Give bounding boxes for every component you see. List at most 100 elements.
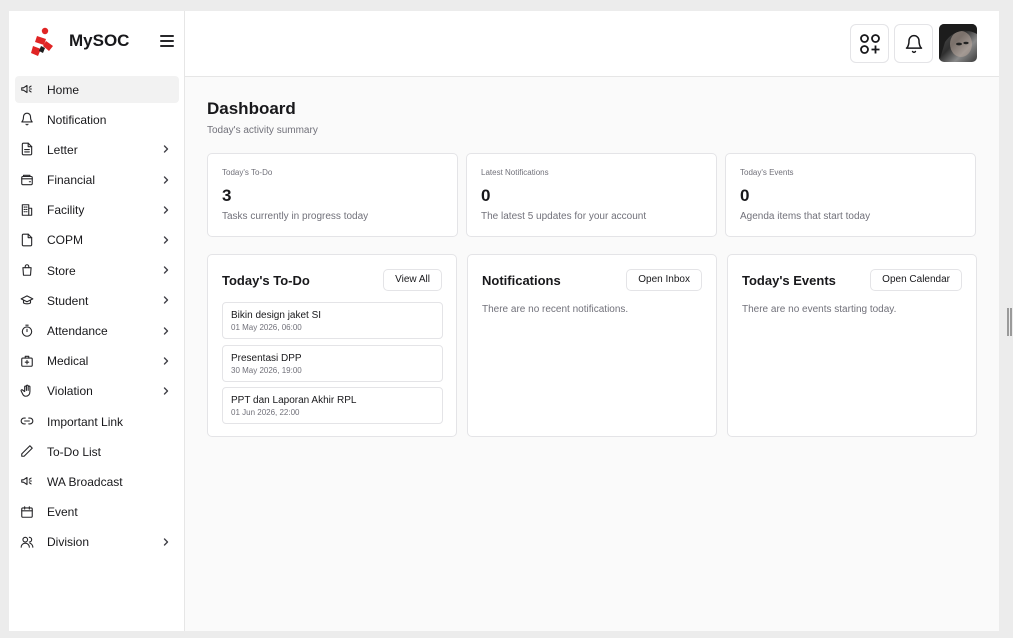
stat-value: 0 — [481, 186, 491, 205]
chevron-right-icon — [161, 537, 171, 547]
sidebar-item-violation[interactable]: Violation — [15, 378, 179, 405]
sidebar-item-label: Student — [47, 293, 89, 308]
sidebar-item-attendance[interactable]: Attendance — [15, 318, 179, 345]
sidebar-item-medical[interactable]: Medical — [15, 348, 179, 375]
notifications-panel: Notifications Open Inbox There are no re… — [467, 254, 717, 437]
sidebar: MySOC Home Notification Letter Financial Fac… — [9, 11, 185, 631]
stat-card-notifications: Latest Notifications 0 The latest 5 upda… — [466, 153, 717, 237]
todo-item[interactable]: Presentasi DPP 30 May 2026, 19:00 — [222, 344, 443, 382]
sidebar-item-label: Violation — [47, 384, 93, 399]
main-area: Dashboard Today's activity summary Today… — [185, 11, 999, 631]
user-avatar[interactable] — [939, 24, 977, 62]
stat-card-todo: Today's To-Do 3 Tasks currently in progr… — [207, 153, 458, 237]
chevron-right-icon — [161, 144, 171, 154]
page-subtitle: Today's activity summary — [207, 125, 318, 136]
sidebar-item-student[interactable]: Student — [15, 287, 179, 314]
stat-card-events: Today's Events 0 Agenda items that start… — [725, 153, 976, 237]
medical-kit-icon — [20, 354, 34, 368]
sidebar-item-financial[interactable]: Financial — [15, 167, 179, 194]
todo-list: Bikin design jaket SI 01 May 2026, 06:00… — [222, 302, 443, 430]
sidebar-nav: Home Notification Letter Financial Facility C… — [15, 76, 179, 559]
link-icon — [20, 414, 34, 428]
hand-icon — [20, 384, 34, 398]
sidebar-item-copm[interactable]: COPM — [15, 227, 179, 254]
sidebar-item-home[interactable]: Home — [15, 76, 179, 103]
calendar-icon — [20, 505, 34, 519]
sidebar-item-store[interactable]: Store — [15, 257, 179, 284]
wallet-icon — [20, 173, 34, 187]
sidebar-item-label: Attendance — [47, 324, 108, 338]
todo-panel-title: Today's To-Do — [222, 273, 310, 288]
sidebar-item-label: To-Do List — [47, 444, 102, 459]
stat-label: Latest Notifications — [481, 168, 549, 177]
stat-label: Today's To-Do — [222, 168, 273, 177]
sidebar-item-label: Financial — [47, 173, 96, 188]
stat-value: 3 — [222, 186, 232, 205]
file-text-icon — [20, 142, 34, 156]
chevron-right-icon — [161, 265, 171, 275]
chevron-right-icon — [161, 235, 171, 245]
brand-name: MySOC — [69, 31, 130, 50]
sidebar-item-label: Home — [47, 82, 80, 97]
open-calendar-button[interactable]: Open Calendar — [870, 269, 962, 291]
notifications-empty-text: There are no recent notifications. — [482, 304, 629, 315]
todo-item[interactable]: PPT dan Laporan Akhir RPL 01 Jun 2026, 2… — [222, 387, 443, 424]
megaphone-icon — [20, 474, 34, 488]
sidebar-item-important-link[interactable]: Important Link — [15, 408, 179, 435]
todo-item[interactable]: Bikin design jaket SI 01 May 2026, 06:00 — [222, 302, 443, 339]
sidebar-item-label: Store — [47, 263, 76, 278]
apps-button[interactable] — [850, 24, 889, 63]
shopping-bag-icon — [20, 263, 34, 277]
resize-handle[interactable] — [1007, 308, 1012, 336]
events-panel-title: Today's Events — [742, 273, 836, 288]
todo-item-title: Presentasi DPP — [231, 352, 302, 364]
events-empty-text: There are no events starting today. — [742, 304, 897, 315]
chevron-right-icon — [161, 386, 171, 396]
todo-item-date: 01 Jun 2026, 22:00 — [231, 408, 300, 417]
sidebar-item-label: Medical — [47, 354, 89, 369]
sidebar-item-label: Important Link — [47, 414, 124, 429]
users-icon — [20, 535, 34, 549]
file-icon — [20, 233, 34, 247]
building-icon — [20, 203, 34, 217]
sidebar-item-label: Letter — [47, 142, 78, 157]
menu-toggle-icon[interactable] — [159, 33, 175, 49]
graduation-cap-icon — [20, 293, 34, 307]
sidebar-item-to-do-list[interactable]: To-Do List — [15, 438, 179, 465]
chevron-right-icon — [161, 175, 171, 185]
page-title: Dashboard — [207, 99, 296, 118]
todo-item-title: PPT dan Laporan Akhir RPL — [231, 395, 357, 406]
sidebar-item-label: Event — [47, 505, 78, 520]
chevron-right-icon — [161, 356, 171, 366]
bell-icon — [905, 34, 922, 53]
todo-item-date: 30 May 2026, 19:00 — [231, 365, 302, 375]
sidebar-item-wa-broadcast[interactable]: WA Broadcast — [15, 468, 179, 495]
panels-row: Today's To-Do View All Bikin design jake… — [207, 254, 977, 437]
sidebar-item-notification[interactable]: Notification — [15, 106, 179, 133]
stat-desc: Tasks currently in progress today — [222, 211, 369, 222]
chevron-right-icon — [161, 326, 171, 336]
chevron-right-icon — [161, 205, 171, 215]
open-inbox-button[interactable]: Open Inbox — [626, 269, 702, 291]
sidebar-item-letter[interactable]: Letter — [15, 136, 179, 163]
notification-bell-button[interactable] — [894, 24, 933, 63]
bell-icon — [20, 112, 34, 126]
sidebar-item-label: Notification — [47, 112, 107, 127]
sidebar-item-label: Facility — [47, 203, 85, 218]
sidebar-item-event[interactable]: Event — [15, 499, 179, 526]
events-panel: Today's Events Open Calendar There are n… — [727, 254, 977, 437]
sidebar-item-facility[interactable]: Facility — [15, 197, 179, 224]
stat-value: 0 — [740, 186, 750, 205]
megaphone-icon — [20, 82, 34, 96]
stat-desc: Agenda items that start today — [740, 211, 871, 222]
todo-panel: Today's To-Do View All Bikin design jake… — [207, 254, 457, 437]
app-window: MySOC Home Notification Letter Financial Fac… — [9, 11, 999, 631]
dashboard-content: Dashboard Today's activity summary Today… — [207, 99, 977, 437]
todo-item-date: 01 May 2026, 06:00 — [231, 323, 302, 332]
stat-label: Today's Events — [740, 168, 794, 177]
stopwatch-icon — [20, 324, 34, 338]
sidebar-item-division[interactable]: Division — [15, 529, 179, 556]
view-all-button[interactable]: View All — [383, 269, 442, 291]
mysoc-logo-icon — [31, 27, 53, 56]
pencil-icon — [20, 444, 34, 458]
